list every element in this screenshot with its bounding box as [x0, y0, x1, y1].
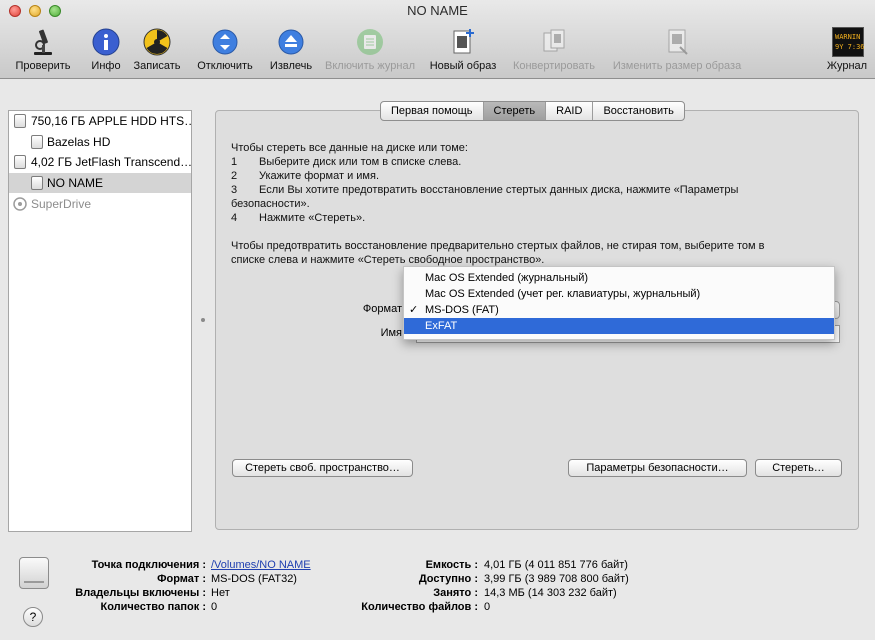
- new-image-icon: [453, 29, 474, 54]
- toolbar-convert-button[interactable]: Конвертировать: [506, 26, 602, 74]
- format-option-mac-os-extended-journaled[interactable]: Mac OS Extended (журнальный): [404, 270, 834, 286]
- toolbar-new-image-button[interactable]: Новый образ: [426, 26, 500, 74]
- info-value: 0: [211, 601, 218, 613]
- step-text: Если Вы хотите предотвратить восстановле…: [259, 184, 739, 196]
- name-label: Имя: [380, 327, 402, 339]
- tab-erase[interactable]: Стереть: [483, 102, 547, 120]
- info-value: 14,3 МБ (14 303 232 байт): [484, 587, 617, 599]
- volume-icon: [31, 135, 43, 149]
- info-value: 4,01 ГБ (4 011 851 776 байт): [484, 559, 628, 571]
- disk-list-sidebar: 750,16 ГБ APPLE HDD HTS… Bazelas HD 4,02…: [8, 110, 192, 532]
- convert-icon: [543, 29, 565, 52]
- toolbar-info-button[interactable]: Инфо: [84, 26, 128, 74]
- journal-enable-icon: [357, 29, 383, 55]
- info-label: Количество файлов :: [361, 601, 478, 613]
- step-number: 1: [231, 156, 238, 168]
- tab-raid[interactable]: RAID: [546, 102, 594, 120]
- sidebar-item-apple-hdd[interactable]: 750,16 ГБ APPLE HDD HTS…: [9, 111, 191, 131]
- window-title: NO NAME: [407, 3, 468, 18]
- info-label: Емкость :: [425, 559, 478, 571]
- volume-icon: [31, 176, 43, 190]
- mount-point-link[interactable]: /Volumes/NO NAME: [211, 559, 311, 571]
- optical-drive-icon: [13, 197, 27, 211]
- resize-image-icon: [668, 29, 688, 55]
- microscope-icon: [34, 29, 52, 55]
- info-value: Нет: [211, 587, 230, 599]
- step-number: 4: [231, 212, 238, 224]
- erase-free-space-button[interactable]: Стереть своб. пространство…: [232, 459, 413, 477]
- security-options-button[interactable]: Параметры безопасности…: [568, 459, 747, 477]
- sidebar-item-jetflash[interactable]: 4,02 ГБ JetFlash Transcend…: [9, 152, 191, 172]
- info-label: Формат :: [157, 573, 206, 585]
- tab-restore[interactable]: Восстановить: [593, 102, 683, 120]
- split-view-handle[interactable]: [201, 318, 205, 322]
- sidebar-item-no-name[interactable]: NO NAME: [9, 173, 191, 193]
- info-value: 3,99 ГБ (3 989 708 800 байт): [484, 573, 629, 585]
- info-icon: [92, 28, 120, 56]
- toolbar-enable-journal-button[interactable]: Включить журнал: [320, 26, 420, 74]
- free-space-hint-continued: списке слева и нажмите «Стереть свободно…: [231, 254, 545, 266]
- format-option-mac-os-extended-case-sensitive[interactable]: Mac OS Extended (учет рег. клавиатуры, ж…: [404, 286, 834, 302]
- step-text: Нажмите «Стереть».: [259, 212, 366, 224]
- free-space-hint: Чтобы предотвратить восстановление предв…: [231, 240, 765, 252]
- info-label: Занято :: [433, 587, 478, 599]
- format-option-ms-dos-fat[interactable]: ✓ MS-DOS (FAT): [404, 302, 834, 318]
- step-text-continued: безопасности».: [231, 198, 310, 210]
- toolbar-burn-button[interactable]: Записать: [130, 26, 184, 74]
- tab-bar: Первая помощь Стереть RAID Восстановить: [380, 101, 685, 121]
- usb-disk-icon: [14, 155, 26, 169]
- format-label: Формат: [362, 303, 402, 315]
- info-value: 0: [484, 601, 491, 613]
- info-value: MS-DOS (FAT32): [211, 573, 297, 585]
- info-label: Точка подключения :: [91, 559, 206, 571]
- erase-button[interactable]: Стереть…: [755, 459, 842, 477]
- info-label: Владельцы включены :: [75, 587, 206, 599]
- step-number: 2: [231, 170, 238, 182]
- step-text: Выберите диск или том в списке слева.: [259, 156, 462, 168]
- info-label: Количество папок :: [100, 601, 206, 613]
- log-icon: WARNIN 9Y 7:36: [832, 27, 865, 57]
- sidebar-item-superdrive[interactable]: SuperDrive: [9, 194, 191, 214]
- checkmark-icon: ✓: [409, 304, 419, 316]
- format-dropdown-menu: Mac OS Extended (журнальный) Mac OS Exte…: [403, 266, 835, 340]
- toolbar-verify-button[interactable]: Проверить: [10, 26, 76, 74]
- toolbar-log-button[interactable]: WARNIN 9Y 7:36 Журнал: [822, 26, 872, 74]
- window-titlebar: NO NAME Проверить Инфо Записать Отключит…: [0, 0, 875, 79]
- toolbar-eject-button[interactable]: Извлечь: [266, 26, 316, 74]
- eject-icon: [278, 29, 304, 55]
- sidebar-item-bazelas-hd[interactable]: Bazelas HD: [9, 132, 191, 152]
- instructions-intro: Чтобы стереть все данные на диске или то…: [231, 142, 468, 154]
- format-option-exfat[interactable]: ExFAT: [404, 318, 834, 334]
- toolbar-unmount-button[interactable]: Отключить: [192, 26, 258, 74]
- step-number: 3: [231, 184, 238, 196]
- info-label: Доступно :: [418, 573, 478, 585]
- tab-first-aid[interactable]: Первая помощь: [381, 102, 484, 120]
- burn-icon: [143, 28, 171, 56]
- toolbar-resize-image-button[interactable]: Изменить размер образа: [604, 26, 750, 74]
- unmount-icon: [212, 29, 238, 55]
- step-text: Укажите формат и имя.: [259, 170, 379, 182]
- hard-disk-icon: [14, 114, 26, 128]
